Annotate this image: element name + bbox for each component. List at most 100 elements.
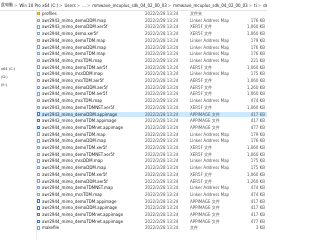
file-row[interactable]: makefile 2022/2/28 13:24 文件 3 KB bbox=[37, 225, 267, 230]
breadcrumb-item[interactable]: demo bbox=[263, 3, 267, 8]
file-row[interactable]: awr2944_mimo_demoTDMnet.appimage 2022/2/2… bbox=[37, 219, 267, 224]
file-size: 221 KB bbox=[250, 57, 265, 63]
sidebar-drive-item[interactable]: (D:) bbox=[1, 75, 8, 80]
file-date: 2022/2/28 13:24 bbox=[145, 185, 179, 191]
file-row[interactable]: awr2944_mimo_demoTDM.xer5f 2022/2/28 13:2… bbox=[37, 172, 267, 177]
file-row[interactable]: awr2944_mimo_demoDDM.map 2022/2/28 13:24 L… bbox=[37, 165, 267, 170]
file-row[interactable]: awr2944_mimo_demoDDM.map 2022/2/28 13:24 L… bbox=[37, 138, 267, 143]
breadcrumb-separator-icon[interactable]: > bbox=[14, 3, 17, 8]
breadcrumb-separator-icon[interactable]: > bbox=[258, 3, 261, 8]
file-icon bbox=[37, 98, 41, 103]
file-type: AER5F 文件 bbox=[190, 178, 213, 184]
file-date: 2022/2/28 13:24 bbox=[145, 104, 179, 110]
breadcrumb-separator-icon[interactable]: > bbox=[59, 3, 62, 8]
app-image-icon bbox=[37, 199, 41, 204]
file-name: awr2944_mimo_demo.xer5f bbox=[42, 31, 98, 37]
file-size: 176 KB bbox=[250, 138, 265, 144]
file-date: 2022/2/28 13:24 bbox=[145, 124, 179, 130]
file-row[interactable]: awr2944_mimo_demoTDM.xer5f 2022/2/28 13:2… bbox=[37, 145, 267, 150]
file-type: APPIMAGE 文件 bbox=[190, 218, 220, 224]
file-row[interactable]: awr2944_mimo_demoTDMNET.xer5f 2022/2/28 1… bbox=[37, 152, 267, 157]
file-date: 2022/2/28 13:24 bbox=[145, 165, 179, 171]
file-row[interactable]: awr2944_mimo_demoTDM.map 2022/2/28 13:24 L… bbox=[37, 51, 267, 56]
breadcrumb-item[interactable]: 此电脑 bbox=[1, 2, 13, 8]
file-row[interactable]: awr2943_mimo_demoDDM.xer5f 2022/2/28 13:2… bbox=[37, 24, 267, 29]
file-row[interactable]: awr2944_mimo_demoTDM.aer5f 2022/2/28 13:2… bbox=[37, 91, 267, 96]
file-row[interactable]: awr2944_mimo_demoTDMnet.appimage 2022/2/2… bbox=[37, 212, 267, 217]
file-size: 176 KB bbox=[250, 17, 265, 23]
file-row[interactable]: awr2943_mimo_demoTDMNET.xer5f 2022/2/28 1… bbox=[37, 105, 267, 110]
file-row[interactable]: awr2944_mimo_mssTDM.map 2022/2/28 13:24 Li… bbox=[37, 98, 267, 103]
file-size: 474 KB bbox=[250, 98, 265, 104]
breadcrumb-item[interactable]: mmwave_mcuplus_sdk_04_02_00_03 bbox=[92, 3, 167, 8]
file-name: awr2944_mimo_mssTDM.aer5f bbox=[42, 78, 104, 83]
file-row[interactable]: awr2944_mimo_demoDDM.aer5f 2022/2/28 13:2… bbox=[37, 85, 267, 90]
file-date: 2022/2/28 13:24 bbox=[145, 212, 179, 217]
file-row[interactable]: awr2944_mimo_demoDDM.appimage 2022/2/28 1… bbox=[37, 205, 267, 210]
file-row[interactable]: awr2944_mimo_demoTDM.map 2022/2/28 13:24 L… bbox=[37, 132, 267, 137]
file-date: 2022/2/28 13:24 bbox=[145, 78, 179, 83]
file-row[interactable]: awr2944_mimo_mssTDM.map 2022/2/28 13:24 Li… bbox=[37, 58, 267, 63]
file-type: Linker Address Map bbox=[190, 185, 230, 191]
file-size: 3 KB bbox=[255, 225, 265, 231]
file-size: 176 KB bbox=[250, 44, 265, 50]
file-row[interactable]: profiles 2022/2/28 13:24 文件夹 bbox=[37, 11, 267, 16]
file-row[interactable]: awr2943_mimo_demoTDM.appimage 2022/2/28 1… bbox=[37, 118, 267, 123]
file-row[interactable]: awr2943_mimo_demoDDM.appimage 2022/2/28 1… bbox=[37, 111, 267, 117]
file-row[interactable]: awr2943_mimo_demoDDM.map 2022/2/28 13:24 L… bbox=[37, 18, 267, 23]
file-row[interactable]: awr2944_mimo_demoTDMNET.map 2022/2/28 13:… bbox=[37, 185, 267, 190]
file-type: Linker Address Map bbox=[190, 165, 230, 171]
file-row[interactable]: awr2944_mimo_demoTDMnet.appimage 2022/2/2… bbox=[37, 125, 267, 130]
breadcrumb-item[interactable]: ti bbox=[254, 3, 257, 8]
breadcrumb-separator-icon[interactable]: > bbox=[168, 3, 171, 8]
file-row[interactable]: awr2944_mimo_mssTDM.aer5f 2022/2/28 13:24… bbox=[37, 78, 267, 83]
breadcrumb-separator-icon[interactable]: > bbox=[249, 3, 252, 8]
app-image-icon bbox=[37, 212, 41, 217]
file-size: 417 KB bbox=[250, 111, 265, 117]
file-size: 175 KB bbox=[250, 71, 265, 77]
breadcrumb-item[interactable]: mmwave_mcuplus_sdk_04_02_00_03 bbox=[173, 3, 248, 8]
file-type: AER5F 文件 bbox=[190, 91, 213, 97]
file-size: 175 KB bbox=[250, 165, 265, 171]
address-bar[interactable]: 此电脑 > Win 10 Pro x64 (C:) > Users >... > mmwave… bbox=[0, 0, 267, 11]
file-date: 2022/2/28 13:24 bbox=[145, 24, 179, 30]
breadcrumb-item[interactable]: ... bbox=[82, 3, 86, 8]
file-size: 474 KB bbox=[250, 191, 265, 197]
app-image-icon bbox=[37, 118, 41, 123]
sidebar-drive-item[interactable]: x64 (C:) bbox=[1, 67, 15, 72]
file-date: 2022/2/28 13:24 bbox=[145, 98, 179, 104]
file-type: Linker Address Map bbox=[190, 131, 230, 137]
file-row[interactable]: awr2944_mimo_mssDDM.map 2022/2/28 13:24 Li… bbox=[37, 158, 267, 163]
app-image-icon bbox=[37, 112, 41, 117]
file-size: 176 KB bbox=[250, 51, 265, 57]
file-date: 2022/2/28 13:24 bbox=[145, 225, 179, 231]
file-name: awr2944_mimo_demoDDM.aer5f bbox=[42, 178, 108, 184]
file-row[interactable]: awr2944_mimo_demo.xer5f 2022/2/28 13:24 XE… bbox=[37, 31, 267, 36]
file-icon bbox=[37, 145, 41, 150]
file-name: awr2944_mimo_mssTDM.map bbox=[42, 98, 103, 104]
file-row[interactable]: awr2944_mimo_demoDDM.map 2022/2/28 13:24 L… bbox=[37, 45, 267, 50]
file-date: 2022/2/28 13:24 bbox=[145, 31, 179, 37]
breadcrumb-item[interactable]: Win 10 Pro x64 (C:) bbox=[19, 3, 58, 8]
file-row[interactable]: awr2944_mimo_mssDDM.map 2022/2/28 13:24 Li… bbox=[37, 71, 267, 76]
file-row[interactable]: awr2944_mimo_demoTDM.appimage 2022/2/28 1… bbox=[37, 199, 267, 204]
breadcrumb-item[interactable]: Users bbox=[64, 3, 75, 8]
file-name: awr2943_mimo_demoTDMNET.xer5f bbox=[42, 104, 115, 110]
file-icon bbox=[37, 172, 41, 177]
sidebar-drive-item[interactable]: (E:) bbox=[1, 83, 7, 88]
breadcrumb-separator-icon[interactable]: > bbox=[77, 3, 80, 8]
file-icon bbox=[37, 185, 41, 190]
file-name: awr2944_mimo_demoTDM.map bbox=[42, 51, 106, 57]
file-size: 1,060 KB bbox=[246, 31, 265, 37]
app-image-icon bbox=[37, 219, 41, 224]
file-type: 文件 bbox=[190, 225, 198, 231]
file-icon bbox=[37, 165, 41, 170]
file-name: awr2944_mimo_demoDDM.map bbox=[42, 44, 107, 50]
file-type: XER5F 文件 bbox=[190, 24, 213, 30]
file-row[interactable]: awr2944_mimo_demoTDM.aer5f 2022/2/28 13:2… bbox=[37, 65, 267, 70]
file-row[interactable]: awr2944_mimo_demoDDM.aer5f 2022/2/28 13:2… bbox=[37, 179, 267, 184]
breadcrumb-separator-icon[interactable]: > bbox=[87, 3, 90, 8]
file-date: 2022/2/28 13:24 bbox=[145, 111, 179, 117]
file-row[interactable]: awr2944_mimo_mssTDM.map 2022/2/28 13:24 Li… bbox=[37, 192, 267, 197]
file-row[interactable]: awr2944_mimo_demoTDM.map 2022/2/28 13:24 L… bbox=[37, 38, 267, 43]
